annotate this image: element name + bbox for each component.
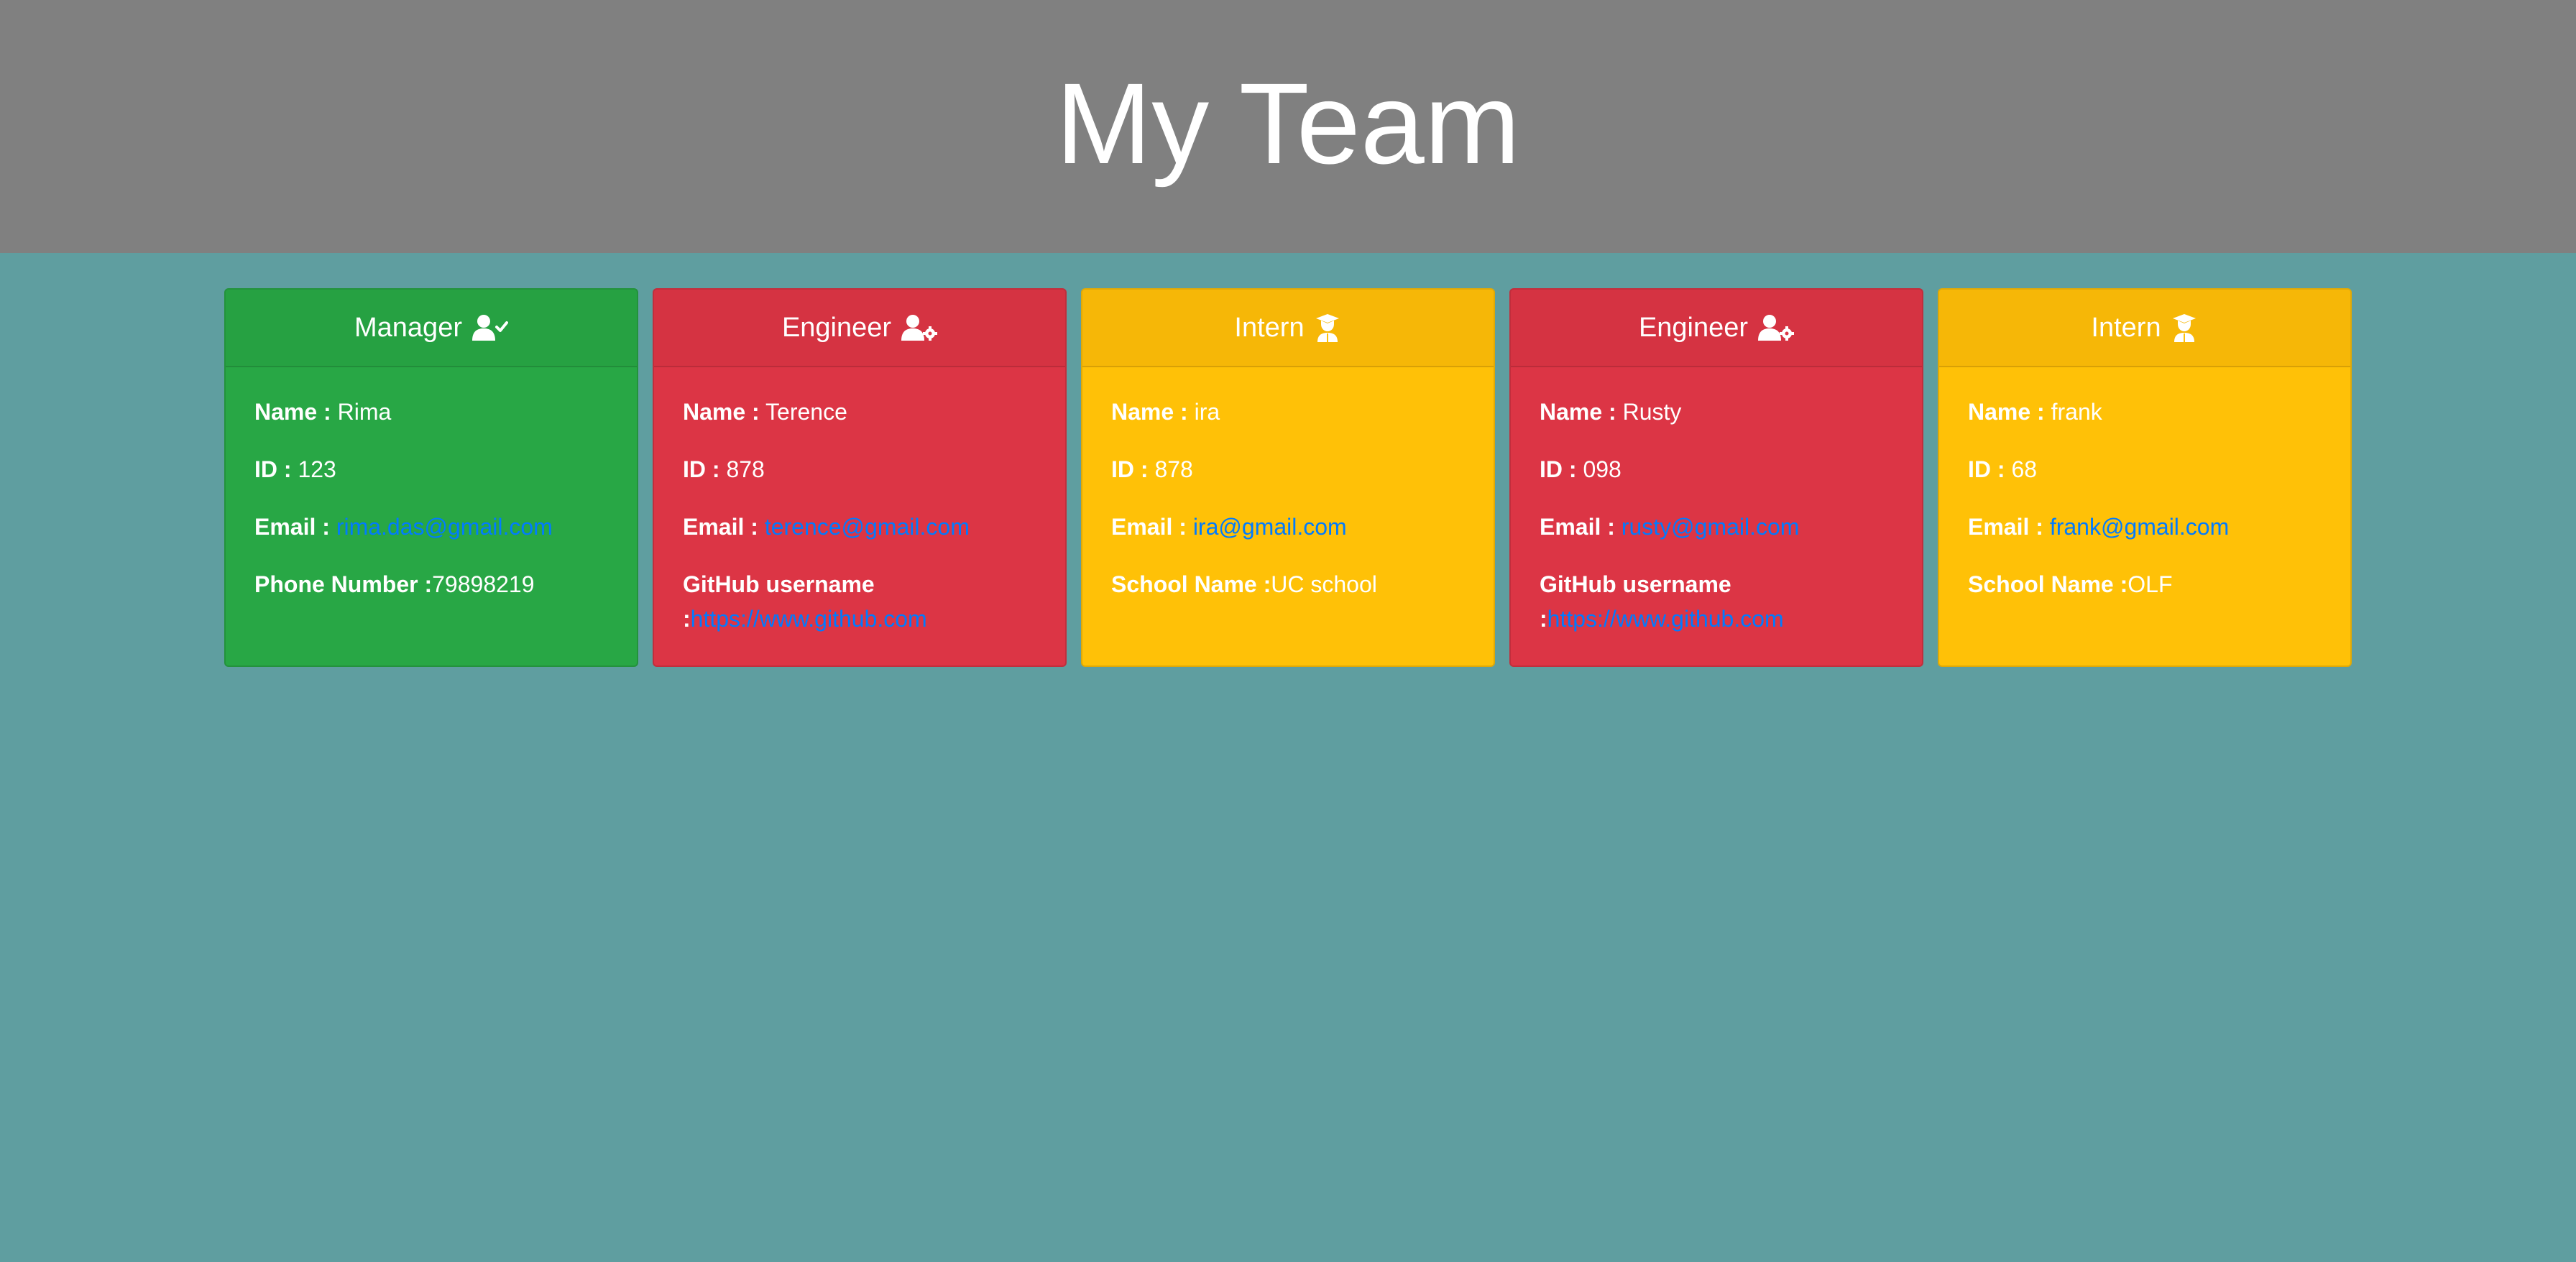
engineer-card: Engineer Name : Terence ID: 878 Email:… [653,288,1067,667]
page-title: My Team [1055,59,1521,188]
manager-card: Manager Name : Rima ID : 123 Email : rim… [224,288,638,667]
school-value: OLF [2128,571,2173,597]
phone-row: Phone Number :79898219 [254,567,608,602]
engineer-card: Engineer Name : Rusty ID: 098 Email: r… [1509,288,1923,667]
school-label: School Name : [1968,571,2128,597]
github-link[interactable]: https://www.github.com [1547,606,1784,632]
user-gear-icon [1757,313,1795,342]
name-label: Name : [683,399,760,425]
id-value: 878 [1154,456,1193,482]
email-link[interactable]: rusty@gmail.com [1622,514,1800,540]
school-row: School Name :OLF [1968,567,2322,602]
card-body: Name : Rima ID : 123 Email : rima.das@gm… [226,367,637,602]
name-row: Name : frank [1968,395,2322,429]
id-value: 098 [1583,456,1622,482]
card-role-title: Intern [2091,312,2161,343]
id-row: ID : 68 [1968,452,2322,487]
id-label: ID : [683,456,720,482]
email-link[interactable]: frank@gmail.com [2050,514,2229,540]
name-value: Rusty [1622,399,1682,425]
id-value: 878 [726,456,765,482]
email-link[interactable]: rima.das@gmail.com [336,514,553,540]
github-link[interactable]: https://www.github.com [691,606,927,632]
phone-label: Phone Number : [254,571,433,597]
id-value: 123 [298,456,336,482]
email-label: Email : [1968,514,2043,540]
team-cards: Manager Name : Rima ID : 123 Email : rim… [224,288,2352,667]
email-label: Email : [683,514,758,540]
card-role-title: Engineer [781,312,892,343]
card-role-title: Manager [354,312,462,343]
email-row: Email : ira@gmail.com [1111,510,1465,544]
name-label: Name : [1968,399,2045,425]
id-row: ID : 098 [1540,452,1893,487]
github-row: GitHub username :https://www.github.com [1540,567,1893,636]
email-row: Email : terence@gmail.com [683,510,1036,544]
id-value: 68 [2011,456,2038,482]
email-link[interactable]: ira@gmail.com [1193,514,1347,540]
email-row: Email : rusty@gmail.com [1540,510,1893,544]
name-label: Name : [1111,399,1188,425]
intern-card: Intern Name : frank ID : 68 Email : fran… [1938,288,2352,667]
id-row: ID : 878 [1111,452,1465,487]
email-label: Email : [1540,514,1615,540]
name-value: frank [2051,399,2102,425]
name-value: ira [1194,399,1220,425]
user-graduate-icon [1313,313,1342,343]
github-row: GitHub username :https://www.github.com [683,567,1036,636]
card-body: Name : Rusty ID : 098 Email : rusty@gmai… [1511,367,1922,636]
name-row: Name : Rima [254,395,608,429]
card-role-title: Engineer [1638,312,1749,343]
name-label: Name : [1540,399,1616,425]
name-label: Name : [254,399,331,425]
id-label: ID : [254,456,292,482]
card-header: Intern [1082,290,1494,367]
card-header: Manager [226,290,637,367]
user-check-icon [471,313,508,342]
email-row: Email : frank@gmail.com [1968,510,2322,544]
card-role-title: Intern [1234,312,1305,343]
intern-card: Intern Name : ira ID : 878 Email : ira@g… [1081,288,1495,667]
id-row: ID : 123 [254,452,608,487]
id-label: ID : [1968,456,2005,482]
card-header: Engineer [1511,290,1922,367]
email-link[interactable]: terence@gmail.com [765,514,970,540]
name-value: Terence [765,399,847,425]
card-body: Name : ira ID : 878 Email : ira@gmail.co… [1082,367,1494,602]
user-graduate-icon [2170,313,2199,343]
id-label: ID : [1540,456,1577,482]
card-header: Intern [1939,290,2350,367]
card-header: Engineer [654,290,1065,367]
page-header: My Team [0,0,2576,253]
user-gear-icon [900,313,938,342]
card-body: Name : frank ID : 68 Email : frank@gmail… [1939,367,2350,602]
email-row: Email : rima.das@gmail.com [254,510,608,544]
phone-value: 79898219 [432,571,535,597]
school-row: School Name :UC school [1111,567,1465,602]
school-label: School Name : [1111,571,1271,597]
card-body: Name : Terence ID : 878 Email : terence@… [654,367,1065,636]
email-label: Email : [254,514,330,540]
id-row: ID : 878 [683,452,1036,487]
name-row: Name : Rusty [1540,395,1893,429]
name-value: Rima [337,399,392,425]
id-label: ID : [1111,456,1149,482]
email-label: Email : [1111,514,1187,540]
name-row: Name : ira [1111,395,1465,429]
name-row: Name : Terence [683,395,1036,429]
school-value: UC school [1271,571,1377,597]
